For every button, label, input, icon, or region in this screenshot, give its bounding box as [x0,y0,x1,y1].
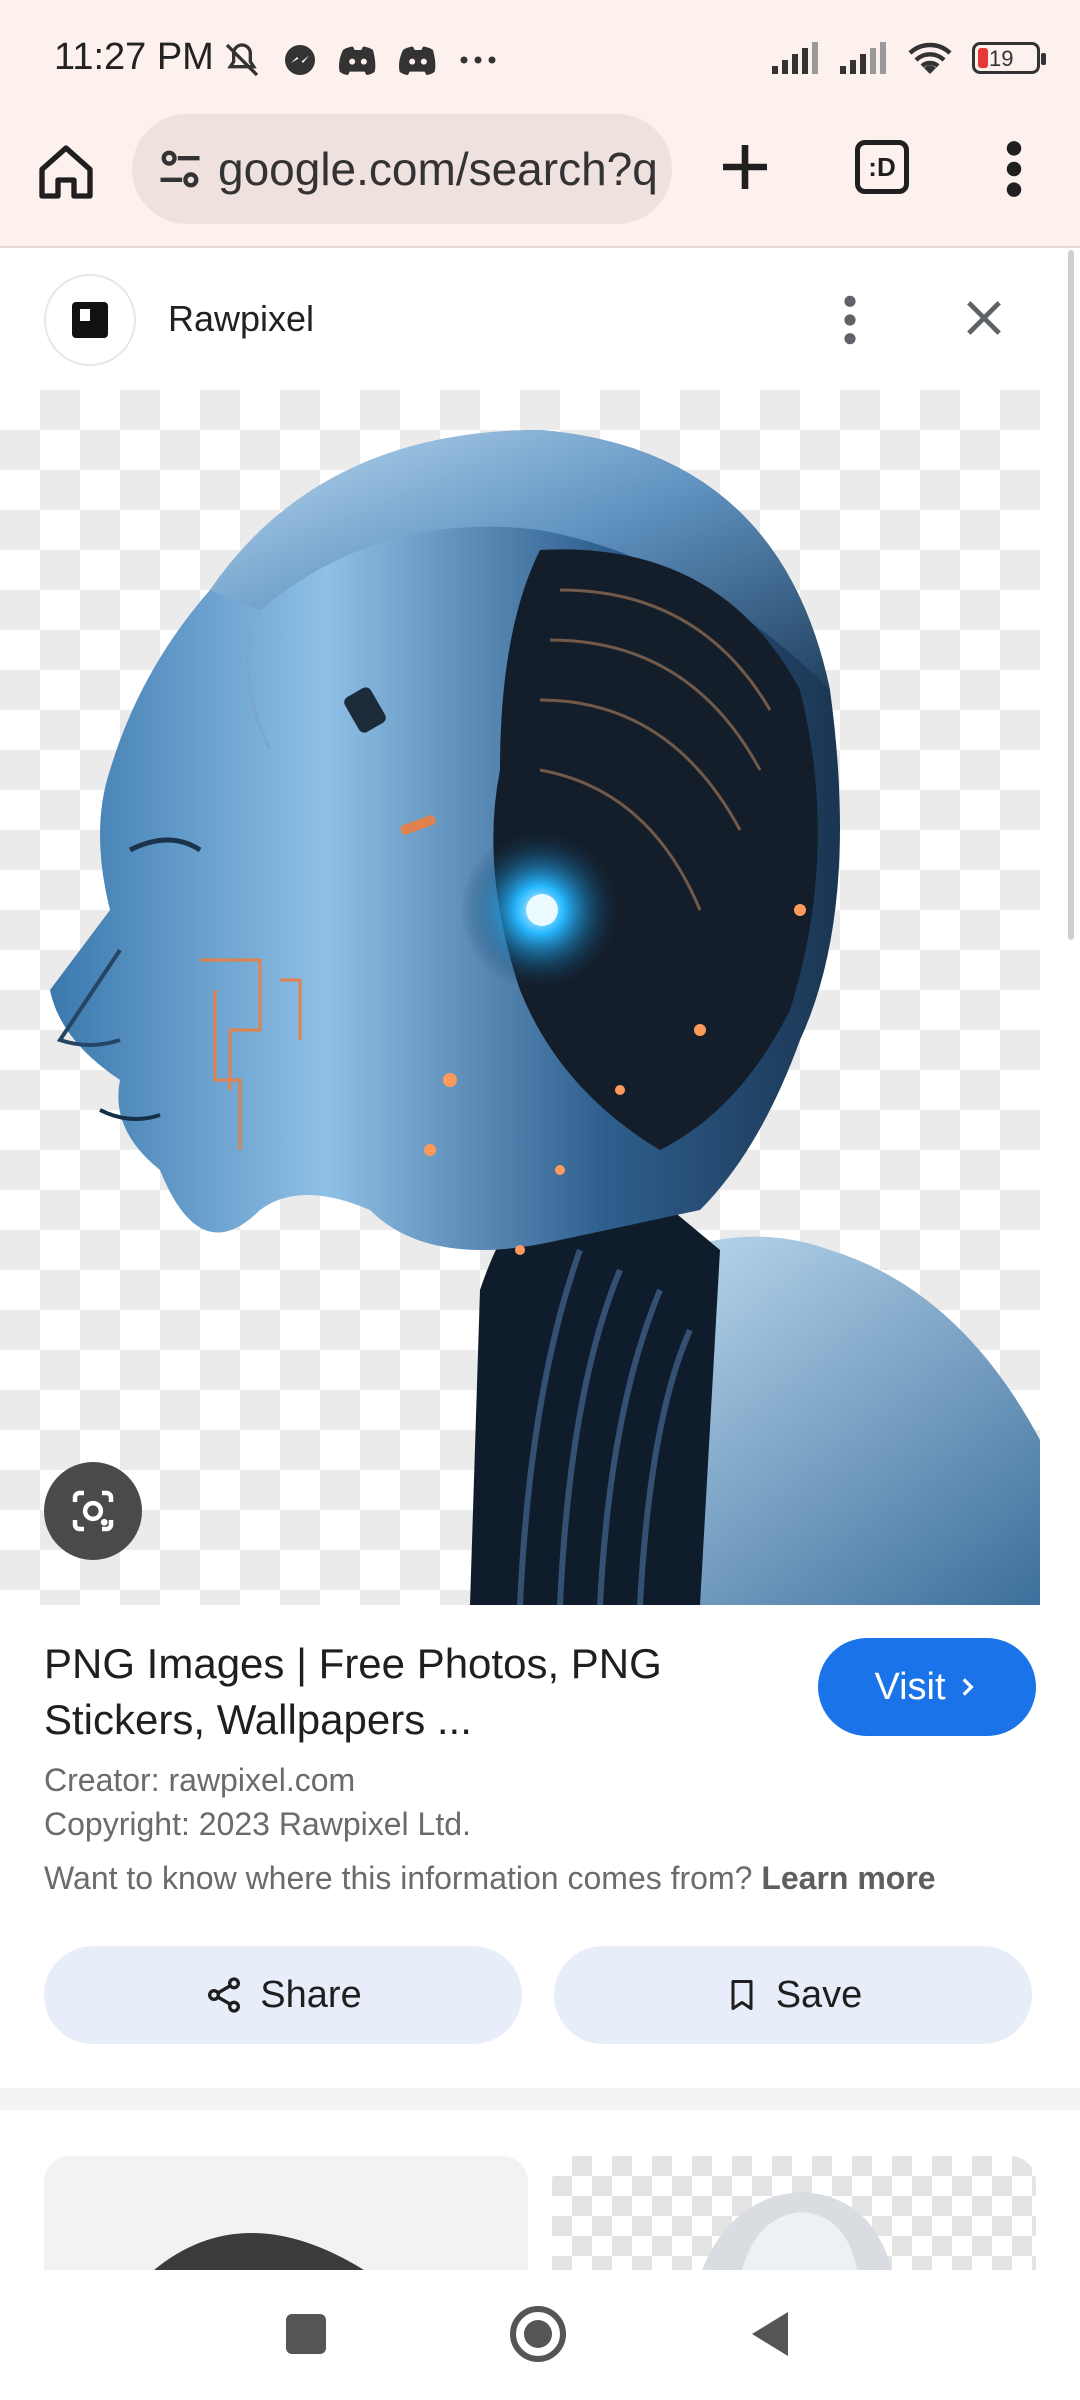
bookmark-icon [731,1980,753,2010]
visit-button[interactable]: Visit [818,1638,1036,1736]
save-label: Save [775,1973,863,2016]
mute-icon [225,43,259,77]
close-icon[interactable] [958,292,1010,344]
related-robot-thumbnail [154,2233,364,2270]
battery-level: 19 [989,46,1014,71]
new-tab-icon[interactable] [712,134,778,200]
discord-icon [339,46,376,75]
share-label: Share [260,1973,362,2016]
main-image[interactable] [0,390,1040,1605]
browser-menu-icon[interactable] [996,138,1032,200]
address-bar[interactable]: google.com/search?q [132,114,672,224]
source-logo [44,274,136,366]
signal-icon [772,42,818,74]
section-divider [0,2088,1080,2110]
source-header: Rawpixel [0,248,1080,390]
source-name: Rawpixel [168,298,315,339]
related-robot-thumbnail [702,2192,892,2270]
status-time: 11:27 PM [54,36,214,78]
system-navigation-bar [0,2270,1080,2400]
notification-icons [222,40,498,80]
chevron-right-icon [962,1678,974,1696]
robot-head-illustration [50,430,1040,1605]
recent-apps-button[interactable] [286,2314,326,2354]
home-icon[interactable] [34,140,98,204]
info-source-line: Want to know where this information come… [44,1860,936,1897]
share-button[interactable]: Share [44,1946,522,2044]
back-button[interactable] [752,2312,788,2356]
more-options-icon[interactable] [830,292,870,348]
browser-toolbar: google.com/search?q :D [0,110,1080,248]
tab-switcher-button[interactable]: :D [855,140,909,194]
copyright-line: Copyright: 2023 Rawpixel Ltd. [44,1806,471,1842]
messenger-icon [285,45,315,75]
wifi-icon [908,42,952,74]
creator-line: Creator: rawpixel.com [44,1762,356,1798]
site-settings-icon[interactable] [154,143,206,195]
home-button[interactable] [510,2306,566,2362]
battery-icon: 19 [972,42,1046,74]
google-lens-button[interactable] [44,1462,142,1560]
discord-icon [399,46,436,75]
signal-icon [840,42,886,74]
page-scrollbar[interactable] [1068,250,1074,940]
status-bar: 11:27 PM 19 [0,0,1080,110]
related-image-thumbnail[interactable] [44,2156,528,2270]
url-text[interactable]: google.com/search?q [218,142,658,196]
system-icons: 19 [770,38,1046,78]
lens-icon [72,1490,114,1532]
more-dots-icon [460,56,496,64]
share-icon [208,1977,241,2013]
related-image-thumbnail[interactable] [552,2156,1036,2270]
info-question: Want to know where this information come… [44,1860,753,1896]
learn-more-link[interactable]: Learn more [761,1860,935,1896]
save-button[interactable]: Save [554,1946,1032,2044]
visit-label: Visit [874,1665,946,1708]
result-title[interactable]: PNG Images | Free Photos, PNG Stickers, … [44,1636,744,1748]
